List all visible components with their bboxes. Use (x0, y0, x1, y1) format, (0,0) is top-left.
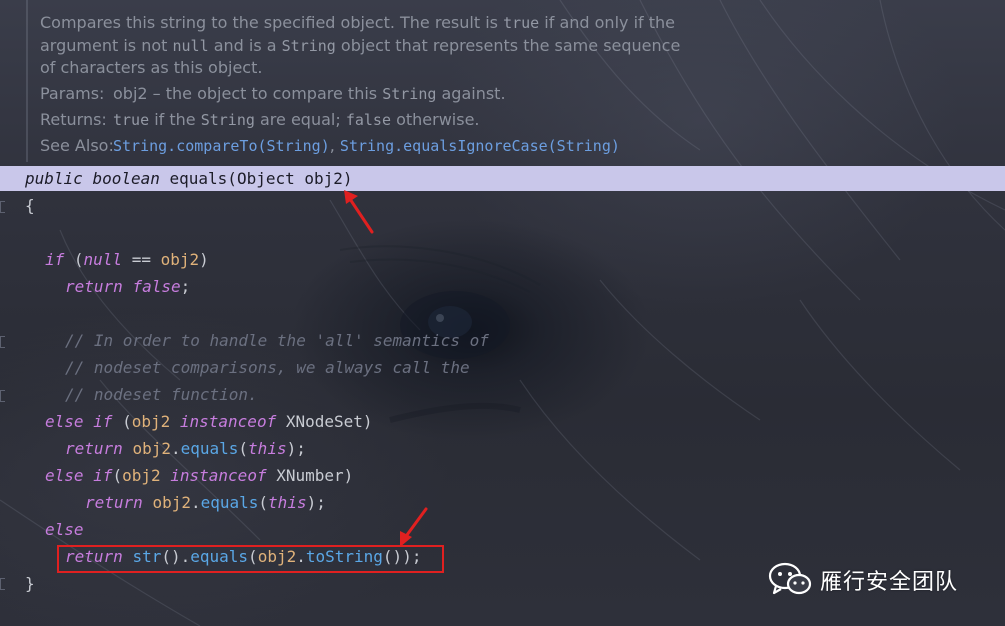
annotation-arrow-signature (344, 190, 374, 234)
paren: ( (112, 412, 132, 431)
doc-returns: Returns: true if the String are equal; fa… (40, 110, 480, 129)
doc-see-also: See Also:String.compareTo(String), Strin… (40, 136, 620, 155)
doc-returns-label: Returns: (40, 110, 107, 129)
keyword-null: null (83, 250, 123, 269)
doc-text: of characters as this object. (40, 58, 263, 77)
wechat-icon (768, 562, 812, 595)
code-line-close-brace[interactable]: } (25, 574, 35, 594)
code-line-return-false[interactable]: return false; (65, 277, 190, 297)
doc-link-equalsignorecase[interactable]: String.equalsIgnoreCase(String) (340, 137, 620, 155)
doc-description-line-3: of characters as this object. (40, 58, 262, 77)
comment-text: // In order to handle the 'all' semantic… (65, 331, 489, 350)
keyword-return: return (65, 439, 123, 458)
code-comment-1[interactable]: // In order to handle the 'all' semantic… (65, 331, 489, 351)
code-line-return-equals-2[interactable]: return obj2.equals(this); (85, 493, 326, 513)
variable-obj2: obj2 (132, 439, 171, 458)
paren: ) (199, 250, 209, 269)
keyword-else: else (45, 466, 84, 485)
comment-text: // nodeset comparisons, we always call t… (65, 358, 470, 377)
fold-marker[interactable] (0, 201, 5, 213)
doc-code-true: true (113, 111, 150, 129)
keyword-instanceof: instanceof (179, 412, 277, 431)
paren: ( (64, 250, 84, 269)
keyword-return: return (85, 493, 143, 512)
doc-text: are equal; (254, 110, 346, 129)
variable-obj2: obj2 (131, 412, 171, 431)
operator: == (122, 250, 161, 269)
doc-code-string: String (281, 37, 336, 55)
doc-code-string: String (200, 111, 255, 129)
doc-text: if the (149, 110, 201, 129)
keyword-if: if (93, 466, 113, 485)
code-line-else-if-xnodeset[interactable]: else if (obj2 instanceof XNodeSet) (45, 412, 373, 432)
annotation-highlight-box (57, 545, 444, 573)
code-line-if-null[interactable]: if (null == obj2) (45, 250, 209, 270)
code-line-else[interactable]: else (45, 520, 84, 540)
code-line-return-equals-1[interactable]: return obj2.equals(this); (65, 439, 306, 459)
doc-text: if and only if the (539, 13, 675, 32)
doc-see-also-label: See Also: (40, 136, 114, 155)
code-comment-3[interactable]: // nodeset function. (65, 385, 258, 405)
doc-text: , (329, 136, 340, 155)
watermark: 雁行安全团队 (768, 562, 958, 598)
variable-obj2: obj2 (152, 493, 191, 512)
brace: } (25, 574, 35, 593)
fold-marker[interactable] (0, 336, 5, 348)
fold-marker[interactable] (0, 390, 5, 402)
semicolon: ; (296, 439, 306, 458)
semicolon: ; (316, 493, 326, 512)
variable-obj2: obj2 (122, 466, 161, 485)
doc-code-false: false (345, 111, 391, 129)
doc-code-string: String (382, 85, 437, 103)
javadoc-comment: Compares this string to the specified ob… (26, 0, 708, 162)
type-xnodeset: XNodeSet) (276, 412, 373, 431)
doc-description-line-2: argument is not null and is a String obj… (40, 36, 680, 55)
method-name-params: equals(Object obj2) (159, 169, 353, 188)
brace: { (25, 196, 35, 215)
doc-text: and is a (208, 36, 282, 55)
doc-text: Compares this string to the specified ob… (40, 13, 504, 32)
method-equals: equals (180, 439, 239, 458)
doc-code-null: null (172, 37, 209, 55)
type-xnumber: XNumber) (266, 466, 354, 485)
method-equals: equals (200, 493, 259, 512)
doc-text: obj2 – the object to compare this (113, 84, 383, 103)
doc-text: object that represents the same sequence (335, 36, 681, 55)
code-comment-2[interactable]: // nodeset comparisons, we always call t… (65, 358, 470, 378)
keyword-this: this (248, 439, 287, 458)
keyword-if: if (45, 250, 65, 269)
doc-text: against. (436, 84, 506, 103)
doc-params: Params: obj2 – the object to compare this… (40, 84, 506, 103)
doc-text: argument is not (40, 36, 173, 55)
keyword-public: public (25, 169, 83, 188)
doc-code-true: true (503, 14, 540, 32)
watermark-text: 雁行安全团队 (820, 570, 959, 595)
keyword-return: return (65, 277, 123, 296)
variable-obj2: obj2 (160, 250, 200, 269)
keyword-else: else (45, 412, 84, 431)
doc-text: otherwise. (390, 110, 480, 129)
editor-screen: Compares this string to the specified ob… (0, 0, 1005, 626)
code-line-else-if-xnumber[interactable]: else if(obj2 instanceof XNumber) (45, 466, 353, 486)
doc-params-label: Params: (40, 84, 105, 103)
keyword-boolean: boolean (92, 169, 160, 188)
doc-link-compareto[interactable]: String.compareTo(String) (113, 137, 330, 155)
keyword-this: this (268, 493, 307, 512)
fold-marker[interactable] (0, 578, 5, 590)
comment-text: // nodeset function. (65, 385, 258, 404)
code-line-open-brace[interactable]: { (25, 196, 35, 216)
method-signature[interactable]: public boolean equals(Object obj2) (25, 169, 353, 189)
keyword-else: else (45, 520, 84, 539)
keyword-if: if (93, 412, 113, 431)
keyword-false: false (132, 277, 181, 296)
semicolon: ; (180, 277, 191, 296)
keyword-instanceof: instanceof (170, 466, 267, 485)
doc-description-line-1: Compares this string to the specified ob… (40, 13, 675, 32)
